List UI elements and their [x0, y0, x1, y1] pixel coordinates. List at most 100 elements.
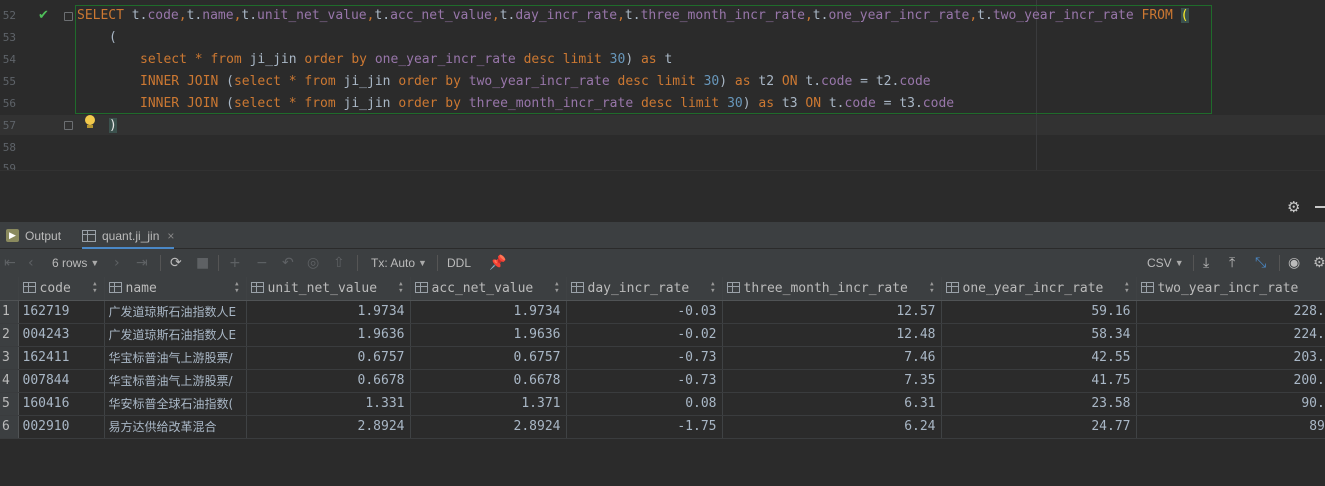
row-number[interactable]: 6: [0, 415, 19, 439]
editor-separator[interactable]: [0, 170, 1325, 194]
cell-acc-net-value[interactable]: 2.8924: [410, 415, 567, 439]
submit-icon[interactable]: ⇧: [333, 249, 345, 277]
sort-icon[interactable]: ▴ ▾: [92, 280, 97, 296]
column-header-name[interactable]: name ▴ ▾: [104, 277, 247, 301]
cell-acc-net-value[interactable]: 1.9734: [410, 300, 567, 324]
close-icon[interactable]: ×: [167, 229, 174, 243]
cell-unit-net-value[interactable]: 0.6678: [246, 369, 411, 393]
row-number[interactable]: 1: [0, 300, 19, 324]
eye-icon[interactable]: ◉: [1288, 249, 1300, 277]
cell-three-month-incr-rate[interactable]: 12.57: [722, 300, 942, 324]
cell-unit-net-value[interactable]: 2.8924: [246, 415, 411, 439]
cell-two-year-incr-rate[interactable]: 200.95: [1136, 369, 1325, 393]
column-header-day-incr-rate[interactable]: day_incr_rate ▴ ▾: [566, 277, 723, 301]
cell-unit-net-value[interactable]: 0.6757: [246, 346, 411, 370]
cell-one-year-incr-rate[interactable]: 41.75: [941, 369, 1137, 393]
gear-icon[interactable]: ⚙: [1287, 198, 1300, 216]
cell-one-year-incr-rate[interactable]: 24.77: [941, 415, 1137, 439]
table-row[interactable]: 4 007844 华宝标普油气上游股票/0.6678 0.6678 -0.73 7.35 4…: [0, 369, 1325, 393]
cell-acc-net-value[interactable]: 0.6757: [410, 346, 567, 370]
cell-name[interactable]: 华安标普全球石油指数(: [104, 392, 247, 416]
cell-two-year-incr-rate[interactable]: 228.35: [1136, 300, 1325, 324]
cell-name[interactable]: 广发道琼斯石油指数人E: [104, 323, 247, 347]
cell-two-year-incr-rate[interactable]: 224.29: [1136, 323, 1325, 347]
cell-code[interactable]: 160416: [18, 392, 105, 416]
cell-one-year-incr-rate[interactable]: 42.55: [941, 346, 1137, 370]
cell-one-year-incr-rate[interactable]: 59.16: [941, 300, 1137, 324]
column-header-two-year-incr-rate[interactable]: two_year_incr_rate▴▾: [1136, 277, 1325, 301]
pin-icon[interactable]: 📌: [489, 249, 506, 277]
refresh-icon[interactable]: ⟳: [170, 249, 182, 277]
compare-icon[interactable]: ⤡: [1255, 249, 1266, 277]
sort-icon[interactable]: ▴ ▾: [1124, 280, 1129, 296]
cell-two-year-incr-rate[interactable]: 203.69: [1136, 346, 1325, 370]
sort-icon[interactable]: ▴ ▾: [234, 280, 239, 296]
cell-name[interactable]: 易方达供给改革混合: [104, 415, 247, 439]
column-header-one-year-incr-rate[interactable]: one_year_incr_rate ▴ ▾: [941, 277, 1137, 301]
cell-code[interactable]: 007844: [18, 369, 105, 393]
cell-three-month-incr-rate[interactable]: 6.24: [722, 415, 942, 439]
cell-name[interactable]: 华宝标普油气上游股票/: [104, 346, 247, 370]
row-number[interactable]: 3: [0, 346, 19, 370]
ddl-button[interactable]: DDL: [447, 249, 471, 277]
sort-icon[interactable]: ▴ ▾: [710, 280, 715, 296]
cell-two-year-incr-rate[interactable]: 90.41: [1136, 392, 1325, 416]
export-format-dropdown[interactable]: CSV ▼: [1147, 249, 1184, 277]
cell-code[interactable]: 004243: [18, 323, 105, 347]
cell-two-year-incr-rate[interactable]: 89.5: [1136, 415, 1325, 439]
preview-changes-icon[interactable]: ◎: [307, 249, 319, 277]
sort-icon[interactable]: ▴ ▾: [554, 280, 559, 296]
cell-one-year-incr-rate[interactable]: 23.58: [941, 392, 1137, 416]
cell-unit-net-value[interactable]: 1.331: [246, 392, 411, 416]
cell-code[interactable]: 162411: [18, 346, 105, 370]
fold-toggle-icon[interactable]: [64, 121, 73, 130]
cell-acc-net-value[interactable]: 1.9636: [410, 323, 567, 347]
row-number[interactable]: 4: [0, 369, 19, 393]
cell-three-month-incr-rate[interactable]: 7.46: [722, 346, 942, 370]
cell-name[interactable]: 广发道琼斯石油指数人E: [104, 300, 247, 324]
upload-icon[interactable]: ⤒: [1229, 249, 1235, 277]
sql-editor[interactable]: 52 53 54 55 56 57 58 59 ✔ SELECT t.code,…: [0, 0, 1325, 175]
column-header-three-month-incr-rate[interactable]: three_month_incr_rate ▴ ▾: [722, 277, 942, 301]
cell-one-year-incr-rate[interactable]: 58.34: [941, 323, 1137, 347]
cell-day-incr-rate[interactable]: -0.73: [566, 346, 723, 370]
next-page-icon[interactable]: ›: [114, 249, 120, 277]
cell-three-month-incr-rate[interactable]: 12.48: [722, 323, 942, 347]
minimize-icon[interactable]: [1315, 206, 1325, 208]
stop-icon[interactable]: ■: [196, 249, 209, 277]
revert-icon[interactable]: ↶: [282, 249, 294, 277]
checkmark-icon[interactable]: ✔: [38, 8, 49, 23]
settings-icon[interactable]: ⚙: [1313, 249, 1325, 277]
cell-day-incr-rate[interactable]: 0.08: [566, 392, 723, 416]
sort-icon[interactable]: ▴ ▾: [929, 280, 934, 296]
cell-acc-net-value[interactable]: 0.6678: [410, 369, 567, 393]
cell-day-incr-rate[interactable]: -0.73: [566, 369, 723, 393]
table-row[interactable]: 3 162411 华宝标普油气上游股票/0.6757 0.6757 -0.73 7.46 4…: [0, 346, 1325, 370]
table-row[interactable]: 1 162719 广发道琼斯石油指数人E 1.9734 1.9734 -0.03 12.57…: [0, 300, 1325, 324]
add-row-icon[interactable]: +: [229, 249, 241, 277]
result-grid[interactable]: code ▴ ▾ name ▴ ▾ unit_net_value ▴ ▾ acc_net_valu…: [0, 277, 1325, 486]
row-number[interactable]: 2: [0, 323, 19, 347]
cell-name[interactable]: 华宝标普油气上游股票/: [104, 369, 247, 393]
fold-toggle-icon[interactable]: [64, 12, 73, 21]
cell-unit-net-value[interactable]: 1.9636: [246, 323, 411, 347]
cell-three-month-incr-rate[interactable]: 7.35: [722, 369, 942, 393]
first-page-icon[interactable]: ⇤: [4, 249, 16, 277]
last-page-icon[interactable]: ⇥: [136, 249, 148, 277]
transaction-mode-dropdown[interactable]: Tx: Auto ▼: [371, 249, 427, 277]
cell-acc-net-value[interactable]: 1.371: [410, 392, 567, 416]
column-header-acc-net-value[interactable]: acc_net_value ▴ ▾: [410, 277, 567, 301]
cell-code[interactable]: 162719: [18, 300, 105, 324]
tab-quant-ji-jin[interactable]: quant.ji_jin ×: [82, 222, 175, 250]
sort-icon[interactable]: ▴ ▾: [398, 280, 403, 296]
download-icon[interactable]: ⤓: [1203, 249, 1209, 277]
table-row[interactable]: 6 002910 易方达供给改革混合 2.8924 2.8924 -1.75 6.24 24.…: [0, 415, 1325, 439]
row-number[interactable]: 5: [0, 392, 19, 416]
row-count-dropdown[interactable]: 6 rows ▼: [52, 249, 99, 277]
table-row[interactable]: 5 160416 华安标普全球石油指数(1.331 1.371 0.08 6.31 23.5…: [0, 392, 1325, 416]
lightbulb-icon[interactable]: [83, 114, 97, 130]
cell-three-month-incr-rate[interactable]: 6.31: [722, 392, 942, 416]
tab-output[interactable]: ▶ Output: [6, 222, 61, 249]
column-header-code[interactable]: code ▴ ▾: [18, 277, 105, 301]
cell-code[interactable]: 002910: [18, 415, 105, 439]
